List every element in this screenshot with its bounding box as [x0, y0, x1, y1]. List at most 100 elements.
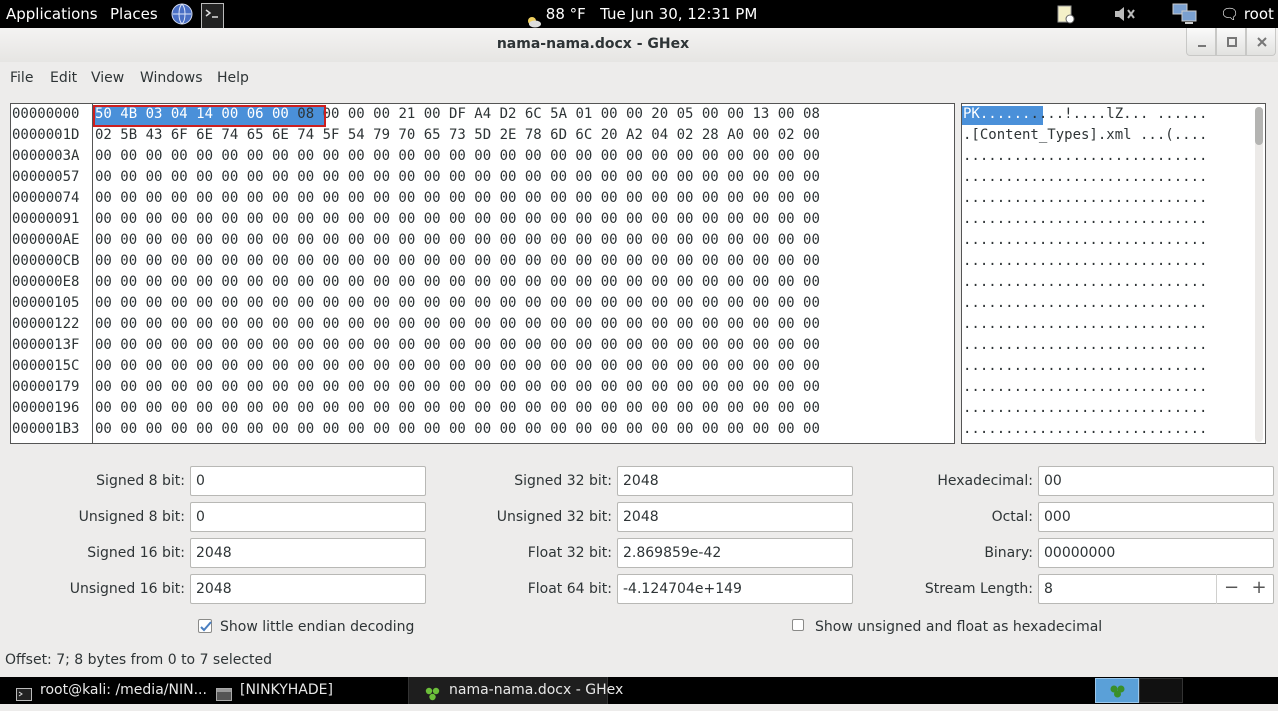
offset-cell: 0000001D	[12, 127, 80, 143]
hex-row[interactable]: 00 00 00 00 00 00 00 00 00 00 00 00 00 0…	[95, 293, 820, 314]
signed16-field[interactable]: 2048	[190, 538, 426, 568]
binary-field[interactable]: 00000000	[1038, 538, 1274, 568]
hex-row-rest[interactable]: 08 00 00 00 21 00 DF A4 D2 6C 5A 01 00 0…	[289, 106, 820, 122]
menu-edit[interactable]: Edit	[50, 70, 77, 86]
ascii-row[interactable]: .............................	[963, 356, 1207, 377]
minimize-button[interactable]	[1186, 28, 1216, 56]
maximize-button[interactable]	[1216, 28, 1246, 56]
signed32-field[interactable]: 2048	[617, 466, 853, 496]
octal-field[interactable]: 000	[1038, 502, 1274, 532]
ascii-row[interactable]: .[Content_Types].xml ...(....	[963, 125, 1207, 146]
unsigned16-field[interactable]: 2048	[190, 574, 426, 604]
ascii-row[interactable]: .............................	[963, 398, 1207, 419]
offset-cell: 00000105	[12, 295, 80, 311]
ascii-selected-text[interactable]: PK......	[963, 106, 1030, 122]
float32-label: Float 32 bit:	[527, 545, 612, 561]
ascii-row[interactable]: .............................	[963, 293, 1207, 314]
hex-row[interactable]: 00 00 00 00 00 00 00 00 00 00 00 00 00 0…	[95, 377, 820, 398]
menu-file[interactable]: File	[10, 70, 33, 86]
close-icon	[1257, 37, 1267, 47]
unsigned-hex-label[interactable]: Show unsigned and float as hexadecimal	[815, 619, 1102, 635]
hex-row[interactable]: 00 00 00 00 00 00 00 00 00 00 00 00 00 0…	[95, 440, 820, 443]
hex-view[interactable]: 00000000 0000001D 0000003A 00000057 00000074…	[10, 103, 955, 444]
little-endian-checkbox[interactable]	[198, 619, 212, 633]
ascii-row[interactable]: PK..........!....lZ... ......	[963, 104, 1207, 125]
ascii-row[interactable]: .............................	[963, 230, 1207, 251]
stream-increment-button[interactable]: +	[1244, 574, 1274, 604]
browser-launcher-icon[interactable]	[170, 2, 194, 30]
ascii-row[interactable]: .............................	[963, 440, 1207, 443]
stream-decrement-button[interactable]: −	[1216, 574, 1246, 604]
ascii-view[interactable]: PK..........!....lZ... ...... .[Content_…	[961, 103, 1266, 444]
hex-row[interactable]: 00 00 00 00 00 00 00 00 00 00 00 00 00 0…	[95, 230, 820, 251]
window-titlebar[interactable]: nama-nama.docx - GHex	[0, 28, 1278, 62]
ascii-row-rest[interactable]: ....!....lZ... ......	[1030, 106, 1207, 122]
scrollbar[interactable]	[1255, 107, 1263, 442]
menu-windows[interactable]: Windows	[140, 70, 203, 86]
clock-area[interactable]: 88 °F Tue Jun 30, 12:31 PM	[527, 0, 757, 28]
unsigned8-field[interactable]: 0	[190, 502, 426, 532]
hex-row[interactable]: 00 00 00 00 00 00 00 00 00 00 00 00 00 0…	[95, 272, 820, 293]
hex-column[interactable]: 50 4B 03 04 14 00 06 00 08 00 00 00 21 0…	[94, 104, 954, 443]
hex-row[interactable]: 00 00 00 00 00 00 00 00 00 00 00 00 00 0…	[95, 398, 820, 419]
hex-row[interactable]: 00 00 00 00 00 00 00 00 00 00 00 00 00 0…	[95, 419, 820, 440]
ascii-row[interactable]: .............................	[963, 419, 1207, 440]
menu-view[interactable]: View	[91, 70, 124, 86]
signed8-field[interactable]: 0	[190, 466, 426, 496]
float64-label: Float 64 bit:	[527, 581, 612, 597]
weather-text: 88 °F	[545, 5, 586, 23]
hex-row[interactable]: 00 00 00 00 00 00 00 00 00 00 00 00 00 0…	[95, 356, 820, 377]
ascii-column[interactable]: PK..........!....lZ... ...... .[Content_…	[962, 104, 1252, 443]
user-name: root	[1243, 5, 1274, 23]
hexadecimal-field[interactable]: 00	[1038, 466, 1274, 496]
little-endian-label[interactable]: Show little endian decoding	[220, 619, 414, 635]
ascii-row[interactable]: .............................	[963, 314, 1207, 335]
menu-help[interactable]: Help	[217, 70, 249, 86]
ascii-row[interactable]: .............................	[963, 146, 1207, 167]
hex-row[interactable]: 02 5B 43 6F 6E 74 65 6E 74 5F 54 79 70 6…	[95, 125, 820, 146]
float64-field[interactable]: -4.124704e+149	[617, 574, 853, 604]
taskbar-item-terminal[interactable]: root@kali: /media/NIN...	[0, 677, 208, 704]
places-menu[interactable]: Places	[110, 0, 158, 28]
unsigned16-label: Unsigned 16 bit:	[69, 581, 185, 597]
hex-row[interactable]: 00 00 00 00 00 00 00 00 00 00 00 00 00 0…	[95, 251, 820, 272]
taskbar-item-label: nama-nama.docx - GHex	[449, 682, 624, 698]
unsigned8-label: Unsigned 8 bit:	[78, 509, 185, 525]
scrollbar-thumb[interactable]	[1255, 107, 1263, 145]
offset-cell: 00000000	[12, 106, 80, 122]
offset-cell: 000000E8	[12, 274, 80, 290]
taskbar-item-folder[interactable]: [NINKYHADE]	[200, 677, 400, 704]
terminal-launcher-icon[interactable]	[201, 3, 224, 31]
unsigned-hex-checkbox[interactable]	[792, 619, 804, 631]
ascii-row[interactable]: .............................	[963, 377, 1207, 398]
taskbar-item-label: [NINKYHADE]	[240, 682, 333, 698]
hex-row[interactable]: 00 00 00 00 00 00 00 00 00 00 00 00 00 0…	[95, 335, 820, 356]
offset-cell: 000000CB	[12, 253, 80, 269]
hex-row[interactable]: 00 00 00 00 00 00 00 00 00 00 00 00 00 0…	[95, 314, 820, 335]
ascii-row[interactable]: .............................	[963, 272, 1207, 293]
hex-row[interactable]: 00 00 00 00 00 00 00 00 00 00 00 00 00 0…	[95, 167, 820, 188]
close-button[interactable]	[1246, 28, 1276, 56]
float32-field[interactable]: 2.869859e-42	[617, 538, 853, 568]
offset-cell: 000001B3	[12, 421, 80, 437]
taskbar-item-label: root@kali: /media/NIN...	[40, 682, 207, 698]
hex-row[interactable]: 00 00 00 00 00 00 00 00 00 00 00 00 00 0…	[95, 188, 820, 209]
ascii-row[interactable]: .............................	[963, 209, 1207, 230]
ascii-row[interactable]: .............................	[963, 188, 1207, 209]
hex-row[interactable]: 00 00 00 00 00 00 00 00 00 00 00 00 00 0…	[95, 146, 820, 167]
offset-cell: 0000015C	[12, 358, 80, 374]
applications-menu[interactable]: Applications	[6, 0, 98, 28]
ascii-row[interactable]: .............................	[963, 167, 1207, 188]
user-menu[interactable]: 🗨 root	[1220, 0, 1274, 28]
signed32-label: Signed 32 bit:	[514, 473, 612, 489]
window-title: nama-nama.docx - GHex	[496, 36, 690, 52]
workspace-2[interactable]	[1139, 678, 1183, 703]
ascii-row[interactable]: .............................	[963, 335, 1207, 356]
unsigned32-label: Unsigned 32 bit:	[496, 509, 612, 525]
taskbar-item-ghex[interactable]: nama-nama.docx - GHex	[408, 677, 623, 704]
ascii-row[interactable]: .............................	[963, 251, 1207, 272]
workspace-1[interactable]	[1095, 678, 1139, 703]
unsigned32-field[interactable]: 2048	[617, 502, 853, 532]
hex-row[interactable]: 00 00 00 00 00 00 00 00 00 00 00 00 00 0…	[95, 209, 820, 230]
network-icon[interactable]	[1172, 3, 1198, 31]
